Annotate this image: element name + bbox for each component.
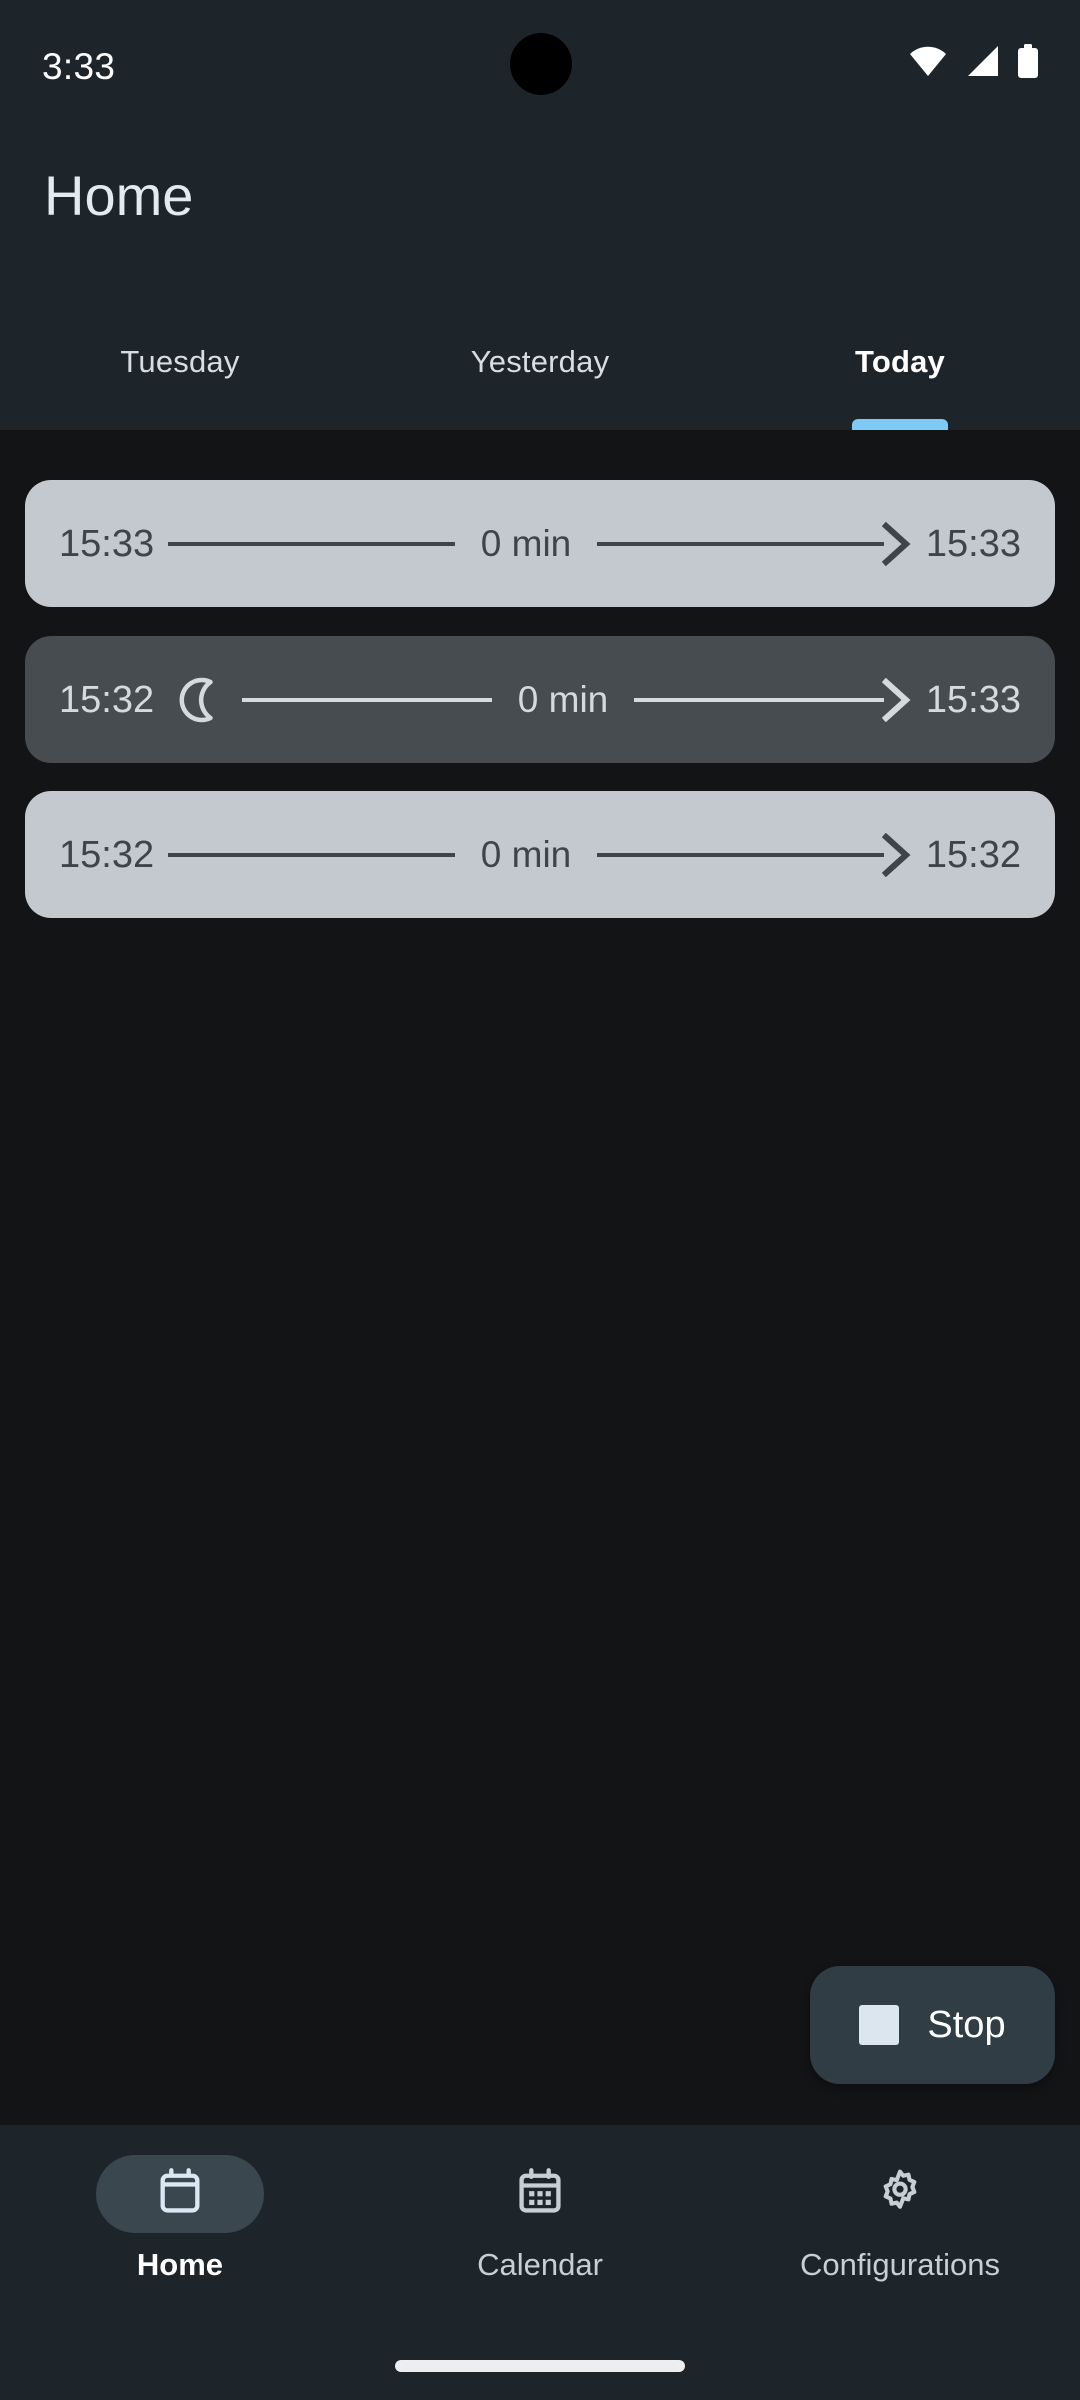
entry-card[interactable]: 15:33 0 min 15:33 (25, 480, 1055, 607)
track-line-left (242, 697, 492, 702)
nav-label: Home (136, 2247, 224, 2282)
entry-start-time: 15:32 (59, 678, 155, 721)
track-line-left (168, 852, 455, 857)
arrow-right-icon (881, 521, 912, 566)
tab-active-indicator (852, 419, 948, 430)
nav-label: Calendar (477, 2247, 603, 2282)
wifi-icon (908, 45, 948, 82)
event-calendar-icon (154, 2166, 206, 2223)
entry-card[interactable]: 15:32 0 min 15:32 (25, 791, 1055, 918)
app-screen: 3:33 Home Tuesday Yesterday Today 15:33 … (0, 0, 1080, 2400)
battery-icon (1016, 44, 1040, 83)
cellular-signal-icon (964, 45, 1000, 82)
nav-item-calendar[interactable]: Calendar (360, 2125, 720, 2400)
app-bar: Home (0, 110, 1080, 310)
tab-label: Today (855, 344, 945, 379)
entry-duration-track: 0 min (242, 677, 912, 722)
bottom-navigation-bar: Home Calendar Configurations (0, 2125, 1080, 2400)
stop-button-label: Stop (927, 2004, 1006, 2046)
tab-yesterday[interactable]: Yesterday (360, 310, 720, 430)
tab-today[interactable]: Today (720, 310, 1080, 430)
entry-start-time: 15:32 (59, 833, 155, 876)
entry-duration-track: 0 min (168, 521, 912, 566)
tab-label: Tuesday (120, 344, 240, 379)
nav-label: Configurations (800, 2247, 1000, 2282)
track-line-left (168, 541, 455, 546)
nav-pill (816, 2155, 984, 2233)
nav-item-configurations[interactable]: Configurations (720, 2125, 1080, 2400)
entry-duration: 0 min (480, 523, 572, 564)
arrow-right-icon (881, 832, 912, 877)
entry-start-time: 15:33 (59, 522, 155, 565)
page-title: Home (44, 164, 194, 227)
nav-item-home[interactable]: Home (0, 2125, 360, 2400)
status-bar: 3:33 (0, 0, 1080, 110)
entry-end-time: 15:32 (925, 833, 1021, 876)
entry-list[interactable]: 15:33 0 min 15:33 15:32 0 min 15:33 15:3… (0, 430, 1080, 2125)
nav-active-pill (96, 2155, 264, 2233)
status-bar-clock: 3:33 (42, 46, 116, 87)
entry-duration: 0 min (517, 679, 609, 720)
track-line-right (634, 697, 884, 702)
top-region: 3:33 Home Tuesday Yesterday Today (0, 0, 1080, 430)
entry-end-time: 15:33 (925, 522, 1021, 565)
moon-icon (176, 674, 228, 726)
tab-tuesday[interactable]: Tuesday (0, 310, 360, 430)
status-bar-icons (908, 44, 1040, 83)
entry-duration-track: 0 min (168, 832, 912, 877)
nav-pill (456, 2155, 624, 2233)
tab-bar: Tuesday Yesterday Today (0, 310, 1080, 430)
camera-cutout (510, 33, 572, 95)
home-indicator[interactable] (395, 2360, 685, 2372)
stop-square-icon (859, 2005, 900, 2045)
gear-icon (874, 2166, 926, 2223)
track-line-right (597, 852, 884, 857)
track-line-right (597, 541, 884, 546)
tab-label: Yesterday (470, 344, 610, 379)
arrow-right-icon (881, 677, 912, 722)
stop-button[interactable]: Stop (810, 1966, 1055, 2084)
entry-duration: 0 min (480, 834, 572, 875)
entry-end-time: 15:33 (925, 678, 1021, 721)
entry-card[interactable]: 15:32 0 min 15:33 (25, 636, 1055, 763)
calendar-month-icon (514, 2166, 566, 2223)
